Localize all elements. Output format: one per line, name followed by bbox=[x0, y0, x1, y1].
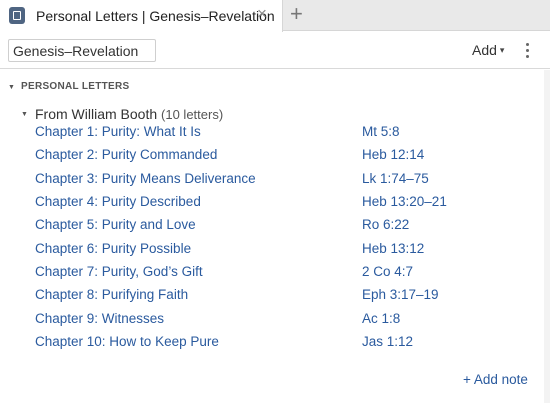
more-vertical-icon[interactable] bbox=[523, 42, 533, 60]
new-tab-button[interactable]: + bbox=[290, 3, 303, 25]
section-header[interactable]: PERSONAL LETTERS bbox=[21, 81, 130, 92]
collapse-group-icon[interactable]: ▼ bbox=[21, 111, 28, 118]
group-title: From William Booth bbox=[35, 106, 158, 122]
letter-title-link[interactable]: Chapter 7: Purity, God’s Gift bbox=[35, 264, 203, 279]
scripture-reference-link[interactable]: Eph 3:17–19 bbox=[362, 287, 439, 302]
letter-title-link[interactable]: Chapter 4: Purity Described bbox=[35, 194, 201, 209]
letter-title-link[interactable]: Chapter 1: Purity: What It Is bbox=[35, 124, 201, 139]
letter-title-link[interactable]: Chapter 2: Purity Commanded bbox=[35, 147, 217, 162]
letter-title-link[interactable]: Chapter 6: Purity Possible bbox=[35, 241, 191, 256]
add-note-button[interactable]: + Add note bbox=[463, 372, 528, 387]
scripture-reference-link[interactable]: 2 Co 4:7 bbox=[362, 264, 413, 279]
tab-personal-letters[interactable]: Personal Letters | Genesis–Revelation × bbox=[0, 0, 283, 32]
group-header[interactable]: From William Booth (10 letters) bbox=[35, 106, 223, 122]
scripture-reference-link[interactable]: Heb 12:14 bbox=[362, 147, 424, 162]
list-item: Chapter 5: Purity and Love Ro 6:22 bbox=[0, 214, 544, 237]
list-item: Chapter 9: Witnesses Ac 1:8 bbox=[0, 308, 544, 331]
scripture-reference-link[interactable]: Lk 1:74–75 bbox=[362, 171, 429, 186]
toolbar: Add▾ bbox=[0, 32, 550, 69]
scripture-reference-link[interactable]: Heb 13:12 bbox=[362, 241, 424, 256]
add-button[interactable]: Add ▾ bbox=[472, 42, 504, 58]
scripture-reference-link[interactable]: Mt 5:8 bbox=[362, 124, 400, 139]
group-count: (10 letters) bbox=[161, 107, 224, 122]
close-icon[interactable]: × bbox=[257, 5, 267, 22]
list-item: Chapter 6: Purity Possible Heb 13:12 bbox=[0, 238, 544, 261]
scripture-reference-link[interactable]: Jas 1:12 bbox=[362, 334, 413, 349]
list-item: Chapter 4: Purity Described Heb 13:20–21 bbox=[0, 191, 544, 214]
book-icon bbox=[9, 7, 25, 24]
list-item: Chapter 10: How to Keep Pure Jas 1:12 bbox=[0, 331, 544, 354]
list-item: Chapter 3: Purity Means Deliverance Lk 1… bbox=[0, 168, 544, 191]
add-button-label: Add bbox=[472, 42, 497, 58]
scrollbar[interactable] bbox=[544, 70, 550, 403]
list-item: Chapter 1: Purity: What It Is Mt 5:8 bbox=[0, 121, 544, 144]
collapse-section-icon[interactable]: ▼ bbox=[8, 84, 15, 91]
reference-range-input[interactable] bbox=[8, 39, 156, 62]
letters-list: Chapter 1: Purity: What It Is Mt 5:8 Cha… bbox=[0, 121, 544, 354]
tab-title: Personal Letters | Genesis–Revelation bbox=[36, 8, 275, 24]
list-item: Chapter 8: Purifying Faith Eph 3:17–19 bbox=[0, 284, 544, 307]
scripture-reference-link[interactable]: Heb 13:20–21 bbox=[362, 194, 447, 209]
chevron-down-icon: ▾ bbox=[499, 45, 505, 55]
letter-title-link[interactable]: Chapter 8: Purifying Faith bbox=[35, 287, 188, 302]
letter-title-link[interactable]: Chapter 5: Purity and Love bbox=[35, 217, 196, 232]
letter-title-link[interactable]: Chapter 9: Witnesses bbox=[35, 311, 164, 326]
scripture-reference-link[interactable]: Ac 1:8 bbox=[362, 311, 400, 326]
list-item: Chapter 7: Purity, God’s Gift 2 Co 4:7 bbox=[0, 261, 544, 284]
tab-bar: Personal Letters | Genesis–Revelation × … bbox=[0, 0, 550, 32]
list-item: Chapter 2: Purity Commanded Heb 12:14 bbox=[0, 144, 544, 167]
scripture-reference-link[interactable]: Ro 6:22 bbox=[362, 217, 409, 232]
letter-title-link[interactable]: Chapter 3: Purity Means Deliverance bbox=[35, 171, 256, 186]
letter-title-link[interactable]: Chapter 10: How to Keep Pure bbox=[35, 334, 219, 349]
